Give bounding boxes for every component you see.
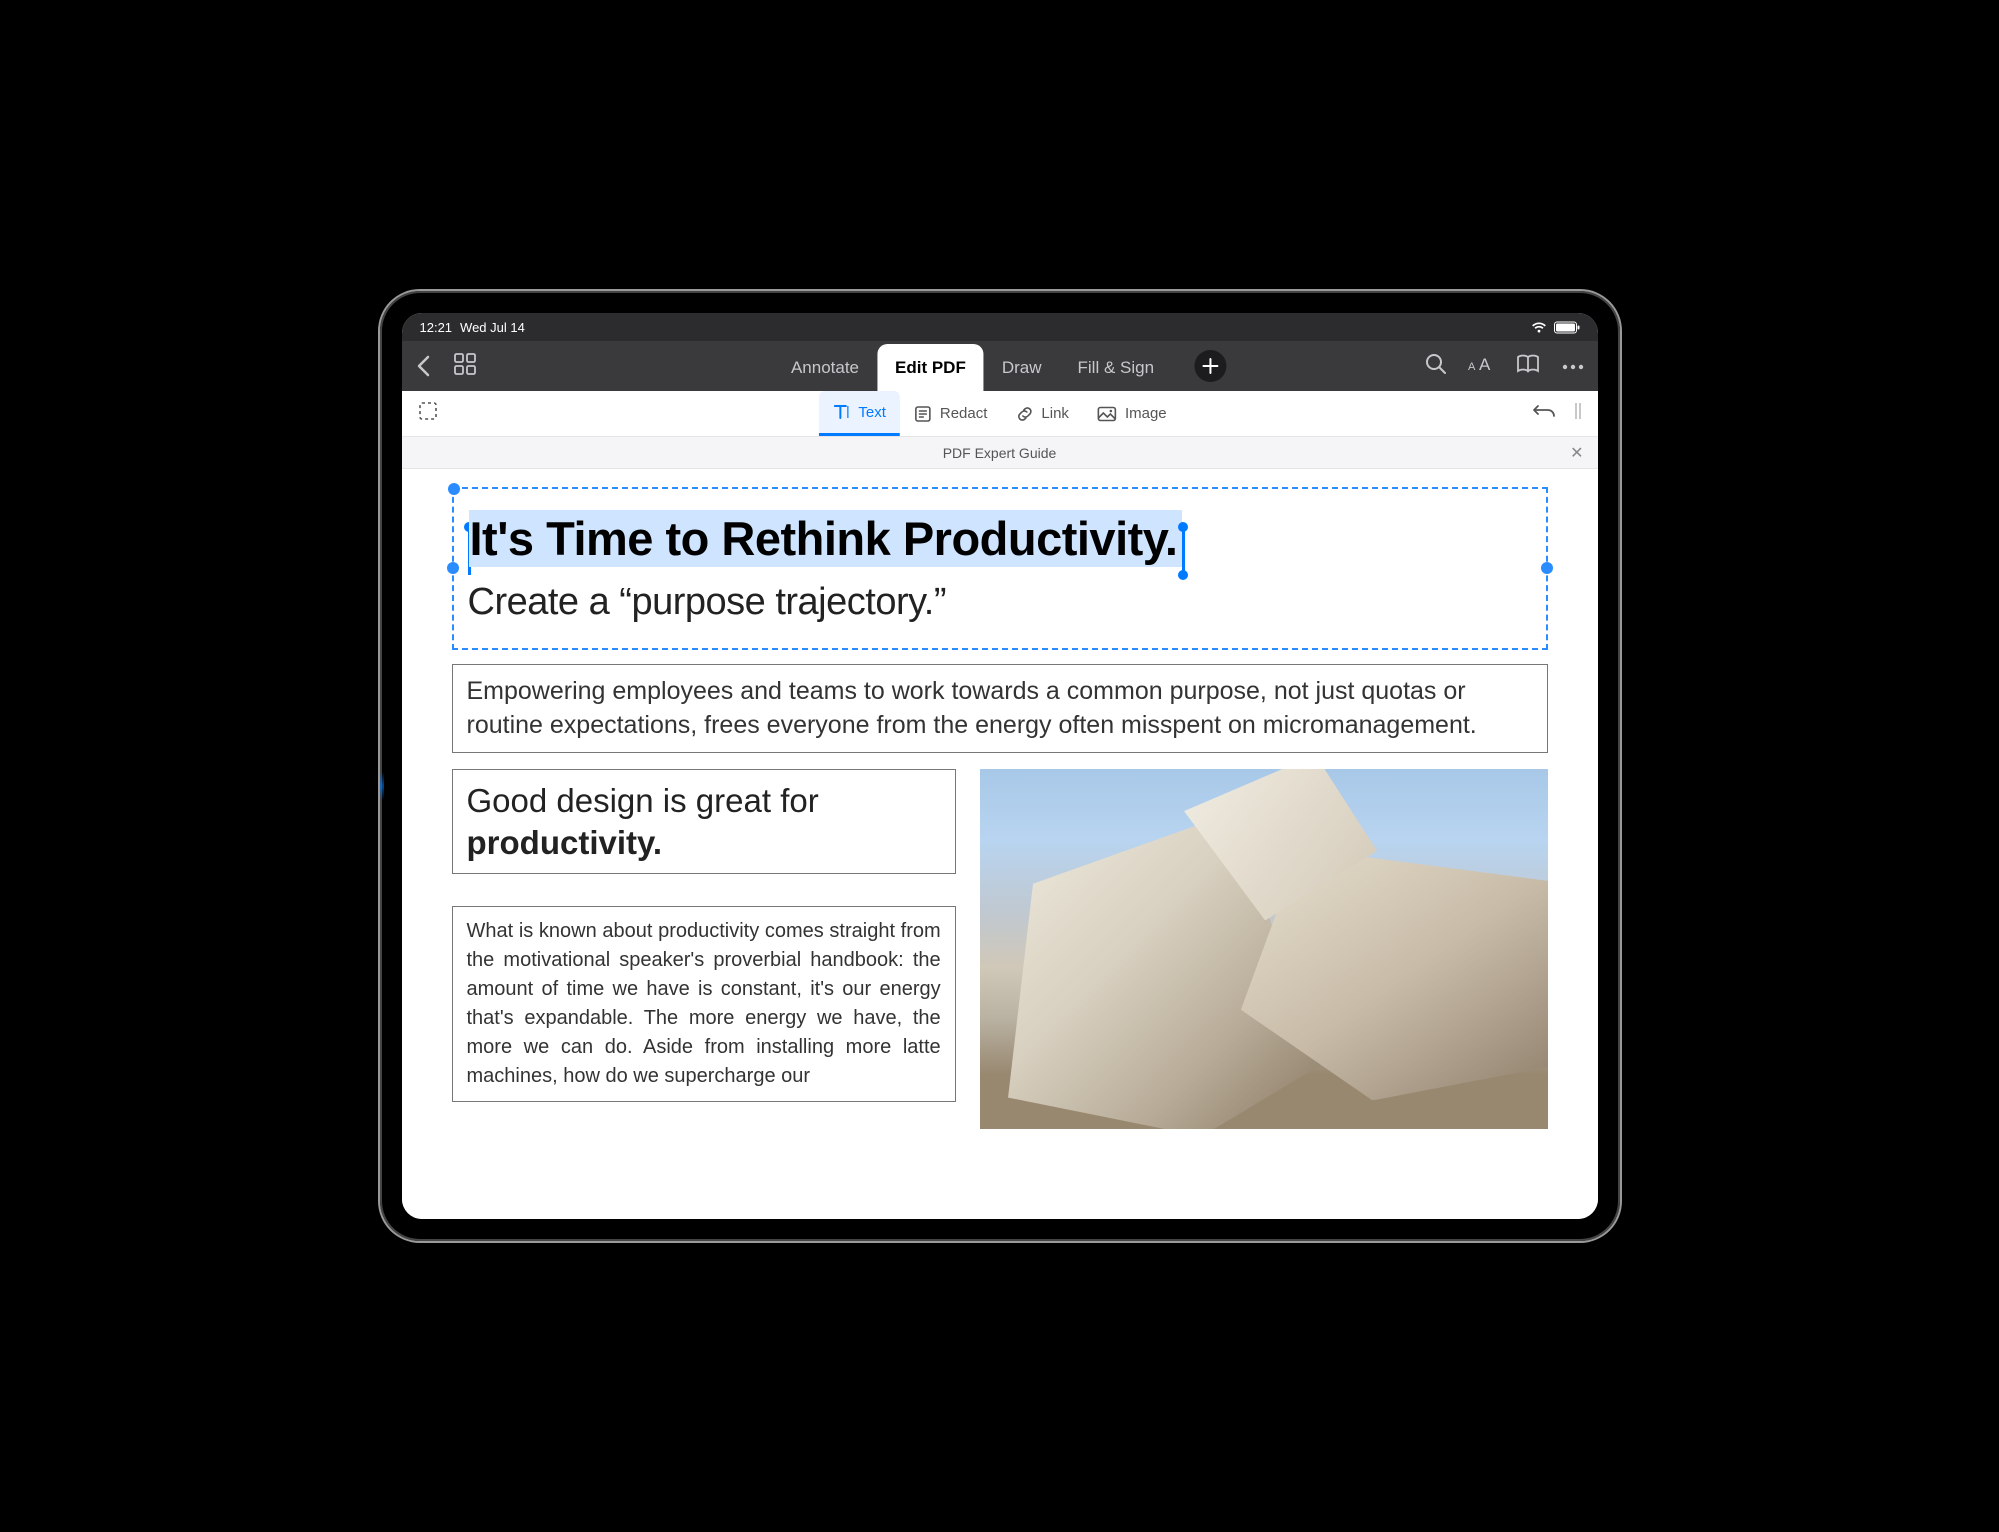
back-button[interactable] xyxy=(416,355,430,377)
tool-image-label: Image xyxy=(1125,405,1167,422)
article-image[interactable] xyxy=(980,769,1548,1129)
wifi-icon xyxy=(1530,321,1548,334)
selection-tool-icon[interactable] xyxy=(418,401,438,426)
tool-image[interactable]: Image xyxy=(1083,391,1181,436)
document-title-bar: PDF Expert Guide ✕ xyxy=(402,437,1598,469)
svg-text:A: A xyxy=(1479,355,1491,373)
tool-text[interactable]: Text xyxy=(818,391,900,436)
text-cursor-end[interactable] xyxy=(1182,527,1185,575)
redact-tool-icon xyxy=(914,405,932,423)
text-tool-icon xyxy=(832,403,850,421)
intro-paragraph-box[interactable]: Empowering employees and teams to work t… xyxy=(452,664,1548,754)
body-text-box[interactable]: What is known about productivity comes s… xyxy=(452,906,956,1102)
undo-button[interactable] xyxy=(1532,403,1556,424)
screen: 12:21 Wed Jul 14 xyxy=(402,313,1598,1219)
tool-redact[interactable]: Redact xyxy=(900,391,1002,436)
tool-link-label: Link xyxy=(1041,405,1069,422)
sub-heading-bold: productivity. xyxy=(467,824,663,861)
selection-handle-mid-left[interactable] xyxy=(447,562,459,574)
selection-handle-mid-right[interactable] xyxy=(1541,562,1553,574)
status-time: 12:21 xyxy=(420,320,453,335)
battery-icon xyxy=(1554,321,1580,334)
image-tool-icon xyxy=(1097,406,1117,422)
home-indicator xyxy=(380,766,384,806)
sub-heading-pre: Good design is great for xyxy=(467,782,819,819)
more-icon[interactable] xyxy=(1562,357,1584,375)
drag-handle-icon[interactable] xyxy=(1574,401,1582,426)
top-nav: Annotate Edit PDF Draw Fill & Sign AA xyxy=(402,341,1598,391)
svg-text:A: A xyxy=(1468,361,1476,373)
reader-icon[interactable] xyxy=(1516,354,1540,379)
sub-heading-box[interactable]: Good design is great for productivity. xyxy=(452,769,956,874)
tab-edit-pdf[interactable]: Edit PDF xyxy=(877,344,984,391)
tab-fill-sign[interactable]: Fill & Sign xyxy=(1060,344,1173,391)
add-tab-button[interactable] xyxy=(1194,350,1226,382)
document-title: PDF Expert Guide xyxy=(943,445,1057,461)
text-size-icon[interactable]: AA xyxy=(1468,355,1494,378)
tool-text-label: Text xyxy=(858,404,886,421)
sub-heading: Good design is great for productivity. xyxy=(467,780,941,863)
status-bar: 12:21 Wed Jul 14 xyxy=(402,313,1598,341)
edit-toolbar: Text Redact Link xyxy=(402,391,1598,437)
intro-paragraph: Empowering employees and teams to work t… xyxy=(467,675,1533,743)
tab-annotate[interactable]: Annotate xyxy=(773,344,877,391)
selection-handle-top-left[interactable] xyxy=(448,483,460,495)
tool-link[interactable]: Link xyxy=(1001,391,1083,436)
subheadline[interactable]: Create a “purpose trajectory.” xyxy=(468,581,1532,624)
headline-selected[interactable]: It's Time to Rethink Productivity. xyxy=(469,510,1182,567)
search-icon[interactable] xyxy=(1425,353,1446,379)
thumbnails-icon[interactable] xyxy=(454,353,476,380)
ipad-device-frame: 12:21 Wed Jul 14 xyxy=(380,291,1620,1241)
body-paragraph: What is known about productivity comes s… xyxy=(467,917,941,1091)
document-canvas[interactable]: It's Time to Rethink Productivity. Creat… xyxy=(402,469,1598,1219)
status-date: Wed Jul 14 xyxy=(460,320,525,335)
text-selection-box[interactable]: It's Time to Rethink Productivity. Creat… xyxy=(452,487,1548,650)
close-document-button[interactable]: ✕ xyxy=(1570,443,1583,463)
tool-redact-label: Redact xyxy=(940,405,988,422)
link-tool-icon xyxy=(1015,405,1033,423)
tab-draw[interactable]: Draw xyxy=(984,344,1060,391)
